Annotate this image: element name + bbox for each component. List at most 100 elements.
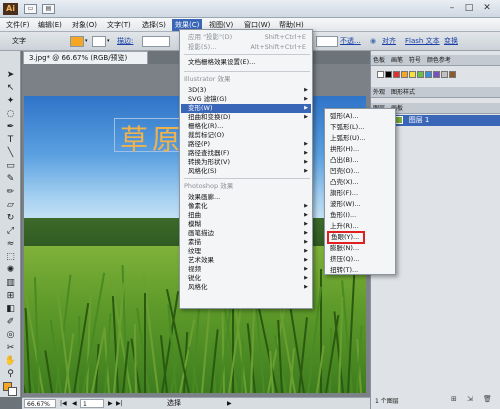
effect-menu-item[interactable]: 3D(3) ▶ xyxy=(188,86,310,95)
effect-menu-item[interactable]: 栅格化(R)... xyxy=(188,122,310,131)
delete-layer-icon[interactable]: 🗑 xyxy=(483,395,492,403)
color-swatch[interactable] xyxy=(393,71,400,78)
effect-menu-item[interactable]: 转换为形状(V) ▶ xyxy=(188,158,310,167)
scissors-icon[interactable]: ✂ xyxy=(3,342,18,354)
stroke-weight-input[interactable] xyxy=(142,36,170,47)
color-swatch[interactable] xyxy=(449,71,456,78)
stroke-label[interactable]: 描边: xyxy=(117,36,133,47)
warp-menu-item[interactable]: 上升(R)... xyxy=(330,222,392,231)
effect-menu-item[interactable]: 视频 ▶ xyxy=(188,265,310,274)
menu-file[interactable]: 文件(F) xyxy=(3,19,33,31)
transform-link[interactable]: 变换 xyxy=(444,36,458,47)
document-icon[interactable]: ▭ xyxy=(24,4,37,14)
warp-menu-item[interactable]: 扭转(T)... xyxy=(330,266,392,275)
next-page-icon[interactable]: ▶ xyxy=(108,399,113,408)
eraser-icon[interactable]: ▱ xyxy=(3,199,18,211)
effect-menu-item[interactable]: 扭曲 ▶ xyxy=(188,211,310,220)
color-swatch[interactable] xyxy=(385,71,392,78)
close-button[interactable]: ✕ xyxy=(479,2,495,15)
document-tab[interactable]: 3.jpg* @ 66.67% (RGB/预览) xyxy=(23,51,148,64)
warp-menu-item[interactable]: 鱼眼(Y)... xyxy=(327,231,365,244)
effect-menu-item[interactable]: 效果画廊... xyxy=(188,193,310,202)
page-field[interactable]: 1 xyxy=(80,399,104,408)
effect-menu-item[interactable]: 文档栅格效果设置(E)... xyxy=(188,58,310,67)
lasso-icon[interactable]: ◌ xyxy=(3,108,18,120)
paintbrush-icon[interactable]: ✎ xyxy=(3,173,18,185)
warp-menu-item[interactable]: 旗形(F)... xyxy=(330,189,392,198)
opacity-label[interactable]: 不透... xyxy=(340,36,361,47)
color-swatch[interactable] xyxy=(441,71,448,78)
warp-menu-item[interactable]: 拱形(H)... xyxy=(330,145,392,154)
rotate-tool-icon[interactable]: ↻ xyxy=(3,212,18,224)
move-layer-icon[interactable]: ⇲ xyxy=(467,395,473,403)
menu-edit[interactable]: 编辑(E) xyxy=(35,19,65,31)
effect-menu-item[interactable]: 纹理 ▶ xyxy=(188,247,310,256)
maximize-button[interactable]: □ xyxy=(461,2,477,15)
direct-selection-tool-icon[interactable]: ↖ xyxy=(3,82,18,94)
type-tool-icon[interactable]: T xyxy=(3,134,18,146)
pencil-icon[interactable]: ✏ xyxy=(3,186,18,198)
warp-menu-item[interactable]: 膨胀(N)... xyxy=(330,244,392,253)
effect-menu-item[interactable]: 素描 ▶ xyxy=(188,238,310,247)
effect-menu-item[interactable]: 像素化 ▶ xyxy=(188,202,310,211)
effect-menu-item[interactable]: 锐化 ▶ xyxy=(188,274,310,283)
warp-menu-item[interactable]: 挤压(Q)... xyxy=(330,255,392,264)
warp-menu-item[interactable]: 上弧形(U)... xyxy=(330,134,392,143)
prev-page-icon[interactable]: ◀ xyxy=(72,399,77,408)
effect-menu-item[interactable]: 风格化(S) ▶ xyxy=(188,167,310,176)
chevron-down-icon[interactable]: ▾ xyxy=(85,36,88,47)
mesh-tool-icon[interactable]: ⊞ xyxy=(3,290,18,302)
free-transform-icon[interactable]: ⬚ xyxy=(3,251,18,263)
warp-menu-item[interactable]: 下弧形(L)... xyxy=(330,123,392,132)
effect-menu-item[interactable]: SVG 滤镜(G) ▶ xyxy=(188,95,310,104)
symbol-sprayer-icon[interactable]: ✺ xyxy=(3,264,18,276)
last-page-icon[interactable]: ▶| xyxy=(116,399,123,408)
effect-menu-item[interactable]: 艺术效果 ▶ xyxy=(188,256,310,265)
fill-color-swatch[interactable] xyxy=(70,36,84,47)
scale-tool-icon[interactable]: ⤢ xyxy=(3,225,18,237)
pen-tool-icon[interactable]: ✒ xyxy=(3,121,18,133)
stroke-color-swatch[interactable] xyxy=(92,36,106,47)
chevron-down-icon[interactable]: ▾ xyxy=(107,36,110,47)
color-swatch[interactable] xyxy=(417,71,424,78)
color-swatch[interactable] xyxy=(401,71,408,78)
effect-menu-item[interactable]: 裁剪标记(O) xyxy=(188,131,310,140)
effect-menu-item[interactable]: 路径查找器(F) ▶ xyxy=(188,149,310,158)
effect-menu-item[interactable]: 扭曲和变换(D) ▶ xyxy=(188,113,310,122)
warp-menu-item[interactable]: 凸壳(X)... xyxy=(330,178,392,187)
tab-appearance[interactable]: 外观 xyxy=(371,87,387,97)
zoom-field[interactable]: 66.67% xyxy=(24,399,56,408)
recolor-icon[interactable]: ◉ xyxy=(370,36,376,47)
warp-menu-item[interactable]: 凹壳(O)... xyxy=(330,167,392,176)
rectangle-tool-icon[interactable]: ▭ xyxy=(3,160,18,172)
first-page-icon[interactable]: |◀ xyxy=(60,399,67,408)
warp-tool-icon[interactable]: ≈ xyxy=(3,238,18,250)
artwork-text[interactable]: 草原 xyxy=(120,118,184,158)
blend-tool-icon[interactable]: ◎ xyxy=(3,329,18,341)
tab-graphic-styles[interactable]: 图形样式 xyxy=(389,87,417,97)
graph-tool-icon[interactable]: ▥ xyxy=(3,277,18,289)
eyedropper-icon[interactable]: ✐ xyxy=(3,316,18,328)
menu-select[interactable]: 选择(S) xyxy=(139,19,169,31)
layer-name[interactable]: 图层 1 xyxy=(406,116,430,124)
selection-tool-icon[interactable]: ➤ xyxy=(3,69,18,81)
hand-tool-icon[interactable]: ✋ xyxy=(3,355,18,367)
effect-menu-item[interactable]: 模糊 ▶ xyxy=(188,220,310,229)
magic-wand-icon[interactable]: ✦ xyxy=(3,95,18,107)
effect-menu-item[interactable]: 画笔描边 ▶ xyxy=(188,229,310,238)
stroke-swatch[interactable] xyxy=(8,387,17,396)
zoom-tool-icon[interactable]: ⚲ xyxy=(3,368,18,380)
warp-menu-item[interactable]: 凸出(B)... xyxy=(330,156,392,165)
arrange-icon[interactable]: ▤ xyxy=(42,4,55,14)
color-swatch[interactable] xyxy=(409,71,416,78)
status-menu-icon[interactable]: ▶ xyxy=(227,399,232,408)
warp-menu-item[interactable]: 鱼形(I)... xyxy=(330,211,392,220)
color-swatch[interactable] xyxy=(433,71,440,78)
line-tool-icon[interactable]: ╲ xyxy=(3,147,18,159)
menu-type[interactable]: 文字(T) xyxy=(104,19,134,31)
effect-menu-item[interactable]: 变形(W) ▶ xyxy=(181,104,311,113)
warp-menu-item[interactable]: 波形(W)... xyxy=(330,200,392,209)
align-link[interactable]: 对齐 xyxy=(382,36,396,47)
gradient-tool-icon[interactable]: ◧ xyxy=(3,303,18,315)
color-swatch[interactable] xyxy=(377,71,384,78)
